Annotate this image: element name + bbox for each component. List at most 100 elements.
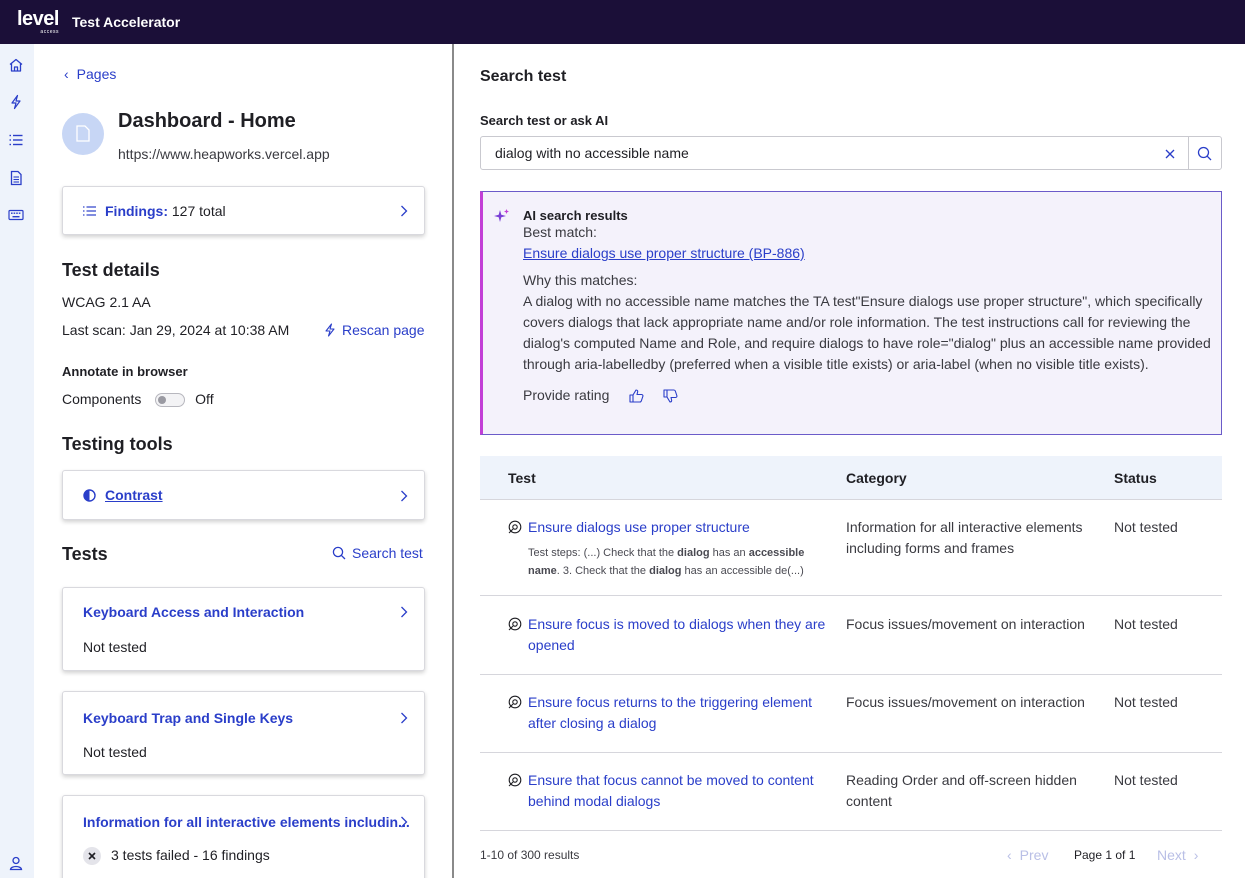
document-icon[interactable] bbox=[8, 170, 24, 186]
search-field bbox=[480, 136, 1222, 170]
chevron-right-icon bbox=[401, 205, 408, 217]
page-document-icon bbox=[76, 125, 90, 142]
contrast-link[interactable]: Contrast bbox=[105, 487, 163, 503]
app-title: Test Accelerator bbox=[71, 14, 181, 30]
top-bar: level access Test Accelerator bbox=[0, 0, 1245, 44]
test-card-title: Keyboard Access and Interaction bbox=[83, 604, 305, 620]
prev-page-button[interactable]: ‹ Prev bbox=[1007, 847, 1048, 863]
keyboard-icon[interactable] bbox=[8, 207, 24, 223]
failed-x-icon bbox=[83, 847, 101, 865]
rating-row: Provide rating bbox=[523, 385, 1213, 406]
results-count: 1-10 of 300 results bbox=[480, 848, 580, 862]
bolt-icon[interactable] bbox=[8, 94, 24, 110]
best-match-label: Best match: bbox=[523, 224, 597, 240]
components-toggle[interactable] bbox=[155, 393, 186, 408]
page-indicator: Page 1 of 1 bbox=[1074, 848, 1136, 862]
chevron-right-icon: › bbox=[1193, 847, 1199, 863]
ai-results-body: Best match: Ensure dialogs use proper st… bbox=[523, 222, 1213, 406]
test-card-keyboard-access[interactable]: Keyboard Access and Interaction Not test… bbox=[62, 587, 425, 671]
search-test-link[interactable]: Search test bbox=[332, 545, 423, 561]
test-type-icon bbox=[508, 695, 522, 709]
ai-search-results-panel: AI search results Best match: Ensure dia… bbox=[480, 191, 1222, 435]
test-link[interactable]: Ensure focus returns to the triggering e… bbox=[528, 692, 828, 734]
column-header-category[interactable]: Category bbox=[846, 470, 907, 486]
components-label: Components bbox=[62, 391, 142, 407]
thumbs-up-icon[interactable] bbox=[629, 388, 644, 403]
table-row: Ensure focus is moved to dialogs when th… bbox=[480, 596, 1222, 675]
best-match-link[interactable]: Ensure dialogs use proper structure (BP-… bbox=[523, 243, 1213, 264]
contrast-tool-card[interactable]: Contrast bbox=[62, 470, 425, 520]
ai-results-title: AI search results bbox=[523, 208, 628, 223]
tests-heading: Tests bbox=[62, 544, 108, 564]
test-link[interactable]: Ensure that focus cannot be moved to con… bbox=[528, 770, 828, 812]
home-icon[interactable] bbox=[8, 57, 24, 73]
list-icon[interactable] bbox=[8, 132, 24, 148]
back-to-pages-link[interactable]: ‹ Pages bbox=[64, 66, 116, 82]
page-title: Dashboard - Home bbox=[118, 110, 296, 132]
test-steps-snippet: Test steps: (...) Check that the dialog … bbox=[528, 547, 805, 577]
test-card-status: 3 tests failed - 16 findings bbox=[111, 847, 270, 863]
testing-tools-heading: Testing tools bbox=[62, 434, 173, 454]
test-card-title: Information for all interactive elements… bbox=[83, 814, 410, 830]
user-icon[interactable] bbox=[8, 855, 24, 871]
test-card-interactive-elements[interactable]: Information for all interactive elements… bbox=[62, 795, 425, 878]
table-row: Ensure focus returns to the triggering e… bbox=[480, 675, 1222, 753]
chevron-left-icon: ‹ bbox=[1007, 847, 1012, 863]
page-detail-panel: ‹ Pages Dashboard - Home https://www.heap… bbox=[34, 44, 452, 878]
test-card-status: Not tested bbox=[83, 744, 147, 760]
wcag-standard: WCAG 2.1 AA bbox=[62, 294, 151, 310]
next-page-button[interactable]: Next › bbox=[1157, 847, 1198, 863]
bolt-icon bbox=[325, 323, 335, 337]
page-avatar bbox=[62, 113, 104, 155]
clear-icon[interactable] bbox=[1165, 149, 1175, 159]
thumbs-down-icon[interactable] bbox=[663, 388, 678, 403]
rescan-page-button[interactable]: Rescan page bbox=[324, 322, 425, 338]
test-category: Focus issues/movement on interaction bbox=[846, 694, 1085, 710]
test-status: Not tested bbox=[1114, 519, 1178, 535]
test-status: Not tested bbox=[1114, 694, 1178, 710]
page-url: https://www.heapworks.vercel.app bbox=[118, 146, 330, 162]
ai-sparkle-icon bbox=[494, 209, 509, 222]
findings-card[interactable]: Findings: 127 total bbox=[62, 186, 425, 235]
chevron-right-icon bbox=[401, 606, 408, 618]
level-access-logo[interactable]: level access bbox=[17, 9, 59, 35]
why-matches-label: Why this matches: bbox=[523, 272, 638, 288]
annotate-heading: Annotate in browser bbox=[62, 364, 188, 379]
column-header-status[interactable]: Status bbox=[1114, 470, 1157, 486]
test-category: Information for all interactive elements… bbox=[846, 519, 1083, 556]
chevron-right-icon bbox=[401, 490, 408, 502]
results-table-header: Test Category Status bbox=[480, 456, 1222, 500]
search-icon bbox=[332, 546, 346, 560]
findings-count: 127 total bbox=[171, 203, 226, 219]
search-test-panel: Search test Search test or ask AI AI sea… bbox=[454, 44, 1245, 878]
last-scan-text: Last scan: Jan 29, 2024 at 10:38 AM bbox=[62, 322, 290, 338]
why-matches-text: A dialog with no accessible name matches… bbox=[523, 293, 1211, 372]
search-input[interactable] bbox=[481, 137, 1161, 169]
left-rail bbox=[0, 44, 34, 878]
test-category: Focus issues/movement on interaction bbox=[846, 616, 1085, 632]
test-card-keyboard-trap[interactable]: Keyboard Trap and Single Keys Not tested bbox=[62, 691, 425, 775]
test-status: Not tested bbox=[1114, 772, 1178, 788]
table-row: Ensure dialogs use proper structure Test… bbox=[480, 500, 1222, 596]
search-test-heading: Search test bbox=[480, 68, 567, 85]
test-card-status: Not tested bbox=[83, 639, 147, 655]
test-card-title: Keyboard Trap and Single Keys bbox=[83, 710, 294, 726]
chevron-left-icon: ‹ bbox=[64, 66, 69, 82]
chevron-right-icon bbox=[401, 712, 408, 724]
column-header-test[interactable]: Test bbox=[508, 470, 536, 486]
toggle-state-label: Off bbox=[195, 391, 214, 407]
contrast-icon bbox=[83, 489, 96, 502]
list-icon bbox=[83, 206, 96, 216]
chevron-right-icon bbox=[401, 816, 408, 828]
search-icon[interactable] bbox=[1197, 146, 1212, 161]
components-toggle-row: Components Off bbox=[62, 391, 214, 408]
search-separator bbox=[1188, 137, 1189, 169]
test-details-heading: Test details bbox=[62, 260, 160, 280]
search-label: Search test or ask AI bbox=[480, 113, 609, 128]
test-link[interactable]: Ensure dialogs use proper structure bbox=[528, 517, 828, 538]
table-row: Ensure that focus cannot be moved to con… bbox=[480, 753, 1222, 831]
test-link[interactable]: Ensure focus is moved to dialogs when th… bbox=[528, 614, 828, 656]
test-type-icon bbox=[508, 520, 522, 534]
provide-rating-label: Provide rating bbox=[523, 387, 610, 403]
test-type-icon bbox=[508, 617, 522, 631]
